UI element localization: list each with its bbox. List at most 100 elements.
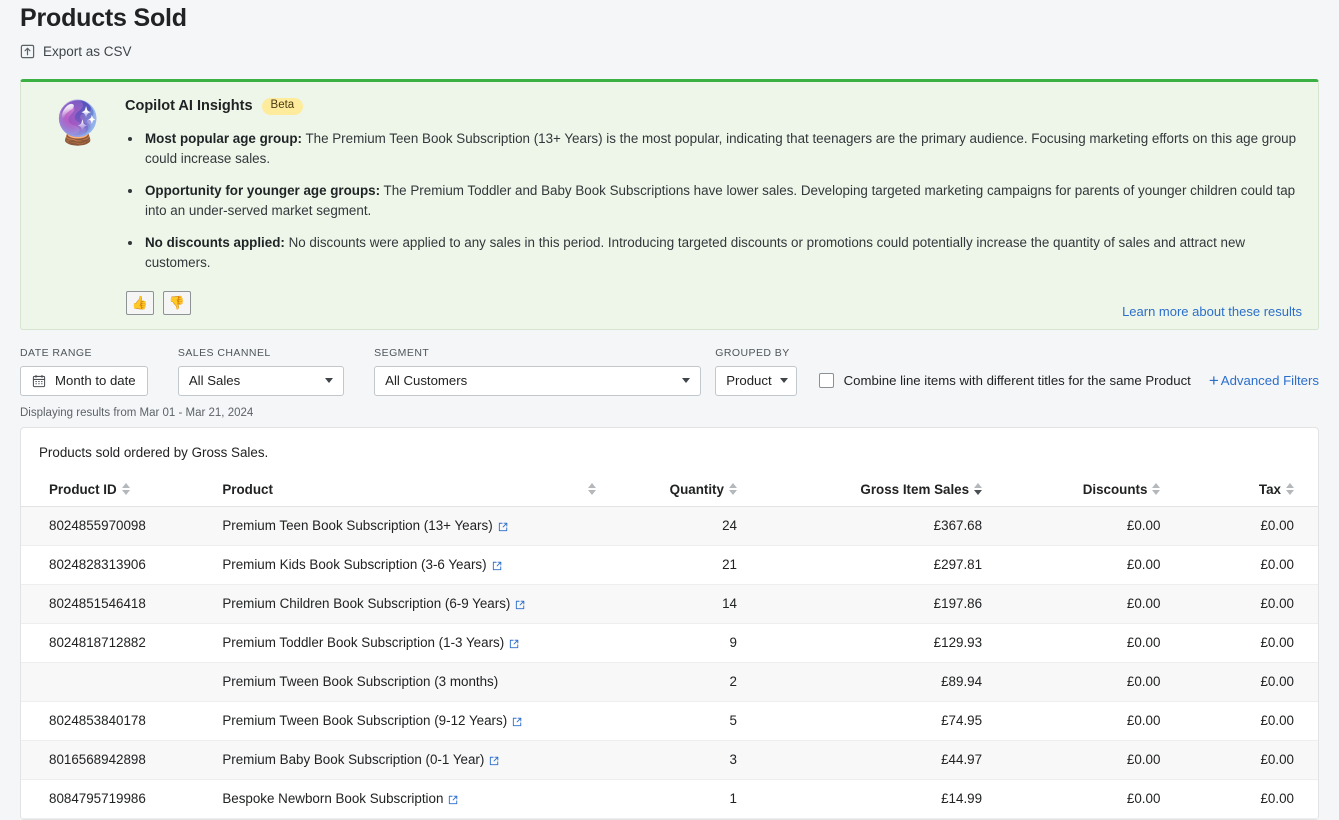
insight-lead: Most popular age group: xyxy=(145,130,302,146)
product-link[interactable]: Premium Tween Book Subscription (9-12 Ye… xyxy=(222,713,522,728)
sort-icon[interactable] xyxy=(728,483,737,495)
export-as-csv-button[interactable]: Export as CSV xyxy=(20,44,1319,59)
cell-gross-item-sales: £297.81 xyxy=(778,545,1027,585)
advanced-filters-button[interactable]: + Advanced Filters xyxy=(1209,366,1319,396)
table-row: 8016568942898 Premium Baby Book Subscript… xyxy=(21,740,1318,780)
cell-product[interactable]: Premium Baby Book Subscription (0-1 Year… xyxy=(222,740,606,780)
date-range-button[interactable]: Month to date xyxy=(20,365,148,396)
chevron-down-icon xyxy=(779,378,788,383)
cell-discounts: £0.00 xyxy=(1026,740,1201,780)
cell-quantity: 2 xyxy=(605,662,779,702)
grouped-by-select[interactable]: Product xyxy=(715,365,797,396)
cell-tax: £0.00 xyxy=(1200,740,1318,780)
cell-discounts: £0.00 xyxy=(1026,623,1201,663)
sales-channel-value: All Sales xyxy=(188,373,241,388)
cell-quantity: 21 xyxy=(605,545,779,585)
product-name: Premium Tween Book Subscription (9-12 Ye… xyxy=(222,712,508,728)
insight-bullet: No discounts applied: No discounts were … xyxy=(143,233,1302,273)
product-name: Premium Kids Book Subscription (3-6 Year… xyxy=(222,556,487,572)
product-link[interactable]: Bespoke Newborn Book Subscription xyxy=(222,791,458,806)
combine-line-items-checkbox[interactable]: Combine line items with different titles… xyxy=(818,366,1191,396)
cell-gross-item-sales: £44.97 xyxy=(778,740,1027,780)
products-sold-table: Product ID Product Quantity Gross Item S… xyxy=(21,473,1318,819)
cell-product[interactable]: Premium Children Book Subscription (6-9 … xyxy=(222,584,606,624)
column-header-product-id[interactable]: Product ID xyxy=(21,473,223,507)
cell-tax: £0.00 xyxy=(1200,584,1318,624)
product-link: Premium Tween Book Subscription (3 month… xyxy=(222,674,498,689)
cell-product-id: 8024828313906 xyxy=(21,545,223,585)
cell-quantity: 24 xyxy=(605,506,779,546)
date-range-group: DATE RANGE Month to date xyxy=(20,347,148,396)
cell-quantity: 9 xyxy=(605,623,779,663)
product-link[interactable]: Premium Kids Book Subscription (3-6 Year… xyxy=(222,557,501,572)
cell-product[interactable]: Premium Toddler Book Subscription (1-3 Y… xyxy=(222,623,606,663)
table-header-row: Product ID Product Quantity Gross Item S… xyxy=(21,473,1318,507)
sort-icon[interactable] xyxy=(1152,483,1161,495)
thumbs-down-icon-button[interactable]: 👎 xyxy=(163,290,191,315)
cell-quantity: 1 xyxy=(605,779,779,819)
segment-select[interactable]: All Customers xyxy=(374,365,702,396)
chevron-down-icon xyxy=(682,378,691,383)
cell-product-id: 8084795719986 xyxy=(21,779,223,819)
product-link[interactable]: Premium Teen Book Subscription (13+ Year… xyxy=(222,518,507,533)
column-header-tax[interactable]: Tax xyxy=(1200,473,1318,507)
cell-product[interactable]: Premium Tween Book Subscription (9-12 Ye… xyxy=(222,701,606,741)
external-link-icon xyxy=(512,715,522,727)
advanced-filters-label: Advanced Filters xyxy=(1220,373,1319,388)
plus-icon: + xyxy=(1208,371,1219,390)
cell-tax: £0.00 xyxy=(1200,701,1318,741)
learn-more-link[interactable]: Learn more about these results xyxy=(1122,304,1302,319)
cell-quantity: 5 xyxy=(605,701,779,741)
date-range-label: DATE RANGE xyxy=(20,346,92,359)
sort-icon[interactable] xyxy=(974,483,983,495)
external-link-icon xyxy=(489,754,499,766)
sort-icon[interactable] xyxy=(1286,483,1294,495)
export-icon xyxy=(20,44,35,59)
cell-product[interactable]: Bespoke Newborn Book Subscription xyxy=(222,779,606,819)
table-head: Product ID Product Quantity Gross Item S… xyxy=(21,473,1318,507)
segment-group: SEGMENT All Customers xyxy=(374,347,702,396)
filter-bar: DATE RANGE Month to date SALES CHANNEL A… xyxy=(0,344,1339,396)
cell-tax: £0.00 xyxy=(1200,662,1318,702)
product-link[interactable]: Premium Baby Book Subscription (0-1 Year… xyxy=(222,752,499,767)
thumbs-up-icon-button[interactable]: 👍 xyxy=(126,290,154,315)
table-row: 8024818712882 Premium Toddler Book Subscr… xyxy=(21,623,1318,663)
sort-icon[interactable] xyxy=(121,483,130,495)
cell-product-id: 8024851546418 xyxy=(21,584,223,624)
column-header-product[interactable]: Product xyxy=(222,473,606,507)
external-link-icon xyxy=(498,520,508,532)
product-link[interactable]: Premium Toddler Book Subscription (1-3 Y… xyxy=(222,635,519,650)
cell-product[interactable]: Premium Teen Book Subscription (13+ Year… xyxy=(222,506,606,546)
product-name: Premium Children Book Subscription (6-9 … xyxy=(222,595,511,611)
column-label: Product ID xyxy=(49,481,117,497)
date-range-value: Month to date xyxy=(55,373,136,388)
sales-channel-group: SALES CHANNEL All Sales xyxy=(177,347,345,396)
cell-gross-item-sales: £14.99 xyxy=(778,779,1027,819)
combine-line-items-label: Combine line items with different titles… xyxy=(843,373,1191,388)
column-label: Gross Item Sales xyxy=(860,481,970,497)
cell-gross-item-sales: £74.95 xyxy=(778,701,1027,741)
insights-title: Copilot AI Insights xyxy=(125,98,253,115)
column-label: Quantity xyxy=(669,481,724,497)
checkbox-box[interactable] xyxy=(818,373,834,388)
sort-icon[interactable] xyxy=(587,483,596,495)
product-name: Bespoke Newborn Book Subscription xyxy=(222,790,444,806)
table-row: Premium Tween Book Subscription (3 month… xyxy=(21,662,1318,702)
cell-gross-item-sales: £197.86 xyxy=(778,584,1027,624)
sales-channel-select[interactable]: All Sales xyxy=(177,365,345,396)
insight-bullet: Opportunity for younger age groups: The … xyxy=(143,181,1302,221)
product-name: Premium Toddler Book Subscription (1-3 Y… xyxy=(222,634,505,650)
external-link-icon xyxy=(448,793,458,805)
column-header-gross-item-sales[interactable]: Gross Item Sales xyxy=(778,473,1027,507)
product-link[interactable]: Premium Children Book Subscription (6-9 … xyxy=(222,596,525,611)
cell-discounts: £0.00 xyxy=(1026,545,1201,585)
column-header-quantity[interactable]: Quantity xyxy=(605,473,779,507)
crystal-ball-icon-wrap: 🔮 xyxy=(37,96,119,315)
cell-discounts: £0.00 xyxy=(1026,584,1201,624)
cell-product[interactable]: Premium Kids Book Subscription (3-6 Year… xyxy=(222,545,606,585)
results-date-note: Displaying results from Mar 01 - Mar 21,… xyxy=(20,406,254,419)
external-link-icon xyxy=(515,598,525,610)
chevron-down-icon xyxy=(325,378,334,383)
column-header-discounts[interactable]: Discounts xyxy=(1026,473,1201,507)
cell-discounts: £0.00 xyxy=(1026,701,1201,741)
